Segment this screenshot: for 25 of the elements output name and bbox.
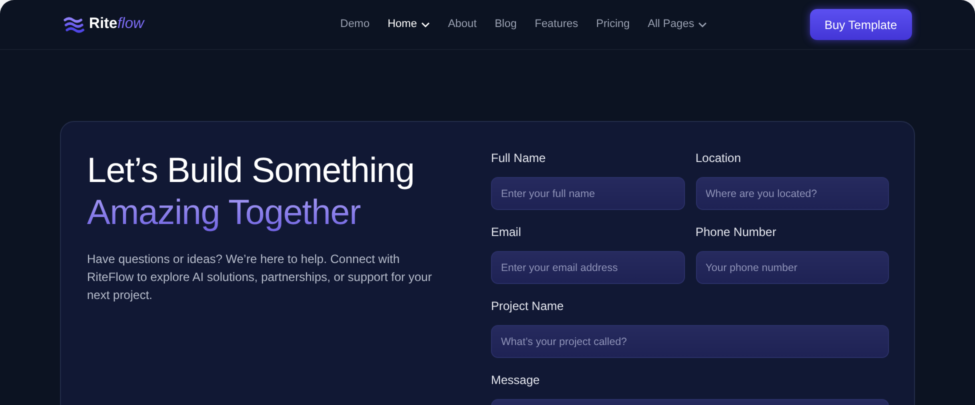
field-label: Project Name [491,298,565,314]
chevron-down-icon [698,22,708,28]
field-label: Full Name [491,150,547,166]
field-label: Message [491,372,541,388]
nav-link[interactable]: About [448,16,477,33]
field-label: Email [491,224,522,240]
field-label: Location [696,150,742,166]
field-label: Phone Number [696,224,778,240]
input-field[interactable]: Enter your full name [491,177,684,210]
nav-link[interactable]: Pricing [596,16,630,33]
nav-link[interactable]: Features [534,16,578,33]
input-field[interactable]: Enter your email address [491,251,684,284]
nav-link[interactable]: Blog [494,16,517,33]
buy-template-button[interactable]: Buy Template [810,9,912,40]
nav-link[interactable]: All Pages [648,16,708,33]
input-field[interactable]: Your phone number [696,251,889,284]
input-field[interactable]: Where are you located? [696,177,889,210]
nav-link[interactable]: Home [388,16,430,33]
logo-text[interactable]: Riteflow [89,13,144,36]
input-field[interactable]: What’s your project called? [491,325,889,358]
heading: Let’s Build Something [87,150,416,192]
intro-paragraph: Have questions or ideas? We’re here to help. Connect with RiteFlow to explore AI solutions, partnerships, or support for your next project. [87,251,433,304]
logo-icon [63,16,85,34]
nav-link[interactable]: Demo [340,16,370,33]
chevron-down-icon [420,22,430,28]
